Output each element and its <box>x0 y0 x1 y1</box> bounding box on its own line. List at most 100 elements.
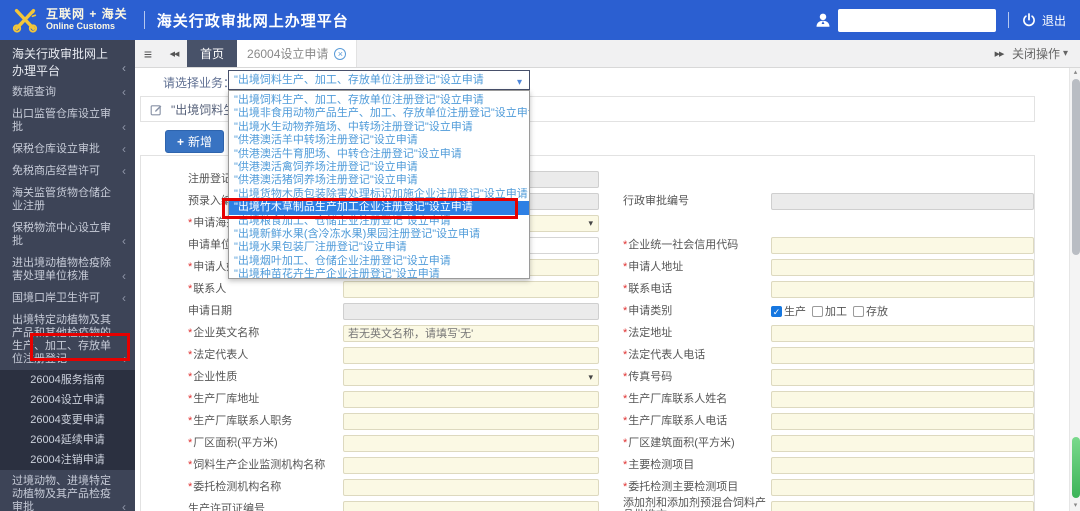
sidebar-item-26004-setup[interactable]: 26004设立申请 <box>0 390 135 410</box>
production-license-input[interactable] <box>343 501 599 511</box>
factory-contact-phone-input[interactable] <box>771 413 1034 431</box>
contact-person-input[interactable] <box>343 281 599 299</box>
scroll-tabs-right-icon[interactable]: ▶▶ <box>986 40 1012 67</box>
sidebar-item-26004-renew[interactable]: 26004延续申请 <box>0 430 135 450</box>
dropdown-option[interactable]: "出境水生动物养殖场、中转场注册登记"设立申请 <box>229 121 529 134</box>
checkbox-processing[interactable] <box>812 305 823 317</box>
sidebar-item-supervised-goods-storage[interactable]: 海关监管货物仓储企业注册 <box>0 182 135 217</box>
required-mark: * <box>188 392 193 405</box>
logo-line1: 互联网 + 海关 <box>46 7 128 21</box>
scrollbar-down-icon[interactable]: ▾ <box>1070 501 1080 511</box>
field-label: 法定地址 <box>628 326 673 339</box>
fax-input[interactable] <box>771 369 1034 387</box>
business-select[interactable]: "出境饲料生产、加工、存放单位注册登记"设立申请 ▾ <box>228 70 530 90</box>
sidebar-item-export-warehouse[interactable]: 出口监管仓库设立审批 ‹ <box>0 103 135 138</box>
credit-code-input[interactable] <box>771 237 1034 255</box>
english-name-input[interactable] <box>343 325 599 343</box>
business-select-value: "出境饲料生产、加工、存放单位注册登记"设立申请 <box>234 74 484 86</box>
checkbox-production[interactable]: ✓ <box>771 305 782 317</box>
scroll-tabs-left-icon[interactable]: ◀◀ <box>161 40 187 67</box>
factory-address-input[interactable] <box>343 391 599 409</box>
close-tab-icon[interactable]: × <box>334 47 347 60</box>
dropdown-option[interactable]: "出境种苗花卉生产企业注册登记"设立申请 <box>229 268 529 278</box>
dropdown-option[interactable]: "出境饲料生产、加工、存放单位注册登记"设立申请 <box>229 94 529 107</box>
dropdown-option[interactable]: "出境粮食加工、仓储企业注册登记"设立申请 <box>229 215 529 228</box>
field-label: 法定代表人 <box>193 348 249 361</box>
chevron-left-icon: ‹ <box>122 142 126 156</box>
factory-contact-name-input[interactable] <box>771 391 1034 409</box>
dropdown-option-selected[interactable]: "出境竹木草制品生产加工企业注册登记"设立申请 <box>229 201 529 215</box>
add-new-button[interactable]: + 新增 <box>165 130 225 153</box>
sidebar-item-label: 保税仓库设立审批 <box>12 142 100 155</box>
sidebar-root-item[interactable]: 海关行政审批网上办理平台 ‹ <box>0 40 135 81</box>
sidebar-item-label: 国境口岸卫生许可 <box>12 291 100 304</box>
field-label: 饲料生产企业监测机构名称 <box>193 458 326 471</box>
checkbox-storage[interactable] <box>853 305 864 317</box>
sidebar-item-label: 免税商店经营许可 <box>12 164 100 177</box>
dropdown-option[interactable]: "供港澳活猪饲养场注册登记"设立申请 <box>229 174 529 187</box>
additive-approval-input[interactable] <box>771 501 1034 511</box>
sidebar-item-border-port-hygiene[interactable]: 国境口岸卫生许可 ‹ <box>0 287 135 309</box>
hamburger-icon[interactable]: ≡ <box>135 40 161 67</box>
sidebar-item-label: 过境动物、进境特定动植物及其产品检疫审批 <box>12 474 111 511</box>
sidebar-item-26004-cancel[interactable]: 26004注销申请 <box>0 450 135 470</box>
field-label: 委托检测机构名称 <box>193 480 282 493</box>
contact-phone-input[interactable] <box>771 281 1034 299</box>
sidebar-item-exit-plants-registration[interactable]: 出境特定动植物及其产品和其他检疫物的生产、加工、存放单位注册登记 ‹ <box>0 309 135 370</box>
dropdown-option[interactable]: "出境水果包装厂注册登记"设立申请 <box>229 241 529 254</box>
form-row: 申请日期 *申请类别 ✓ 生产 加工 存放 <box>141 300 1034 322</box>
factory-contact-title-input[interactable] <box>343 413 599 431</box>
sidebar-item-26004-change[interactable]: 26004变更申请 <box>0 410 135 430</box>
scrollbar-thumb[interactable] <box>1071 79 1080 255</box>
legal-rep-input[interactable] <box>343 347 599 365</box>
dropdown-option[interactable]: "出境新鲜水果(含冷冻水果)果园注册登记"设立申请 <box>229 228 529 241</box>
main-test-items-input[interactable] <box>771 457 1034 475</box>
sidebar-item-transit-animals[interactable]: 过境动物、进境特定动植物及其产品检疫审批 ‹ <box>0 470 135 511</box>
required-mark: * <box>623 282 628 295</box>
applicant-address-input[interactable] <box>771 259 1034 277</box>
sidebar-item-duty-free-shop[interactable]: 免税商店经营许可 ‹ <box>0 160 135 182</box>
sidebar-item-label: 保税物流中心设立审批 <box>12 221 111 247</box>
building-area-input[interactable] <box>771 435 1034 453</box>
field-label: 申请单位 <box>188 238 232 251</box>
dropdown-option[interactable]: "供港澳活羊中转场注册登记"设立申请 <box>229 134 529 147</box>
form-row: *委托检测机构名称 *委托检测主要检测项目 <box>141 476 1034 498</box>
monitor-org-input[interactable] <box>343 457 599 475</box>
required-mark: * <box>188 260 193 273</box>
entrust-test-items-input[interactable] <box>771 479 1034 497</box>
sidebar-item-data-query[interactable]: 数据查询 ‹ <box>0 81 135 103</box>
main-area: ≡ ◀◀ 首页 26004设立申请 × ▶▶ 关闭操作 ▾ 请选择业务： "出境… <box>135 40 1080 511</box>
dropdown-option[interactable]: "供港澳活牛育肥场、中转仓注册登记"设立申请 <box>229 148 529 161</box>
tab-26004-setup[interactable]: 26004设立申请 × <box>237 40 358 67</box>
logout-button[interactable]: 退出 <box>1042 12 1066 29</box>
chevron-left-icon: ‹ <box>122 164 126 178</box>
field-label: 企业统一社会信用代码 <box>628 238 739 251</box>
sidebar-item-bonded-logistics-center[interactable]: 保税物流中心设立审批 ‹ <box>0 217 135 252</box>
username-box[interactable] <box>837 8 996 32</box>
scrollbar-up-icon[interactable]: ▴ <box>1070 68 1080 78</box>
tab-home[interactable]: 首页 <box>187 40 238 67</box>
tab-bar: ≡ ◀◀ 首页 26004设立申请 × ▶▶ 关闭操作 ▾ <box>135 40 1080 68</box>
power-icon[interactable] <box>1021 12 1037 28</box>
required-mark: * <box>623 436 628 449</box>
field-label: 申请日期 <box>188 304 232 317</box>
chevron-left-icon: ‹ <box>122 85 126 99</box>
dropdown-option[interactable]: "出境烟叶加工、仓储企业注册登记"设立申请 <box>229 255 529 268</box>
dropdown-option[interactable]: "出境货物木质包装除害处理标识加施企业注册登记"设立申请 <box>229 188 529 201</box>
close-operations-menu[interactable]: 关闭操作 ▾ <box>1012 40 1080 67</box>
legal-address-input[interactable] <box>771 325 1034 343</box>
sidebar-item-bonded-warehouse[interactable]: 保税仓库设立审批 ‹ <box>0 138 135 160</box>
plus-icon: + <box>177 134 185 149</box>
required-mark: * <box>188 326 193 339</box>
sidebar-item-26004-guide[interactable]: 26004服务指南 <box>0 370 135 390</box>
sidebar-item-quarantine-treatment-unit[interactable]: 进出境动植物检疫除害处理单位核准 ‹ <box>0 252 135 287</box>
enterprise-nature-select[interactable]: ▾ <box>343 368 599 386</box>
scrollbar-thumb-green[interactable] <box>1071 437 1080 498</box>
dropdown-option[interactable]: "出境非食用动物产品生产、加工、存放单位注册登记"设立申请 <box>229 107 529 120</box>
factory-area-input[interactable] <box>343 435 599 453</box>
customs-logo-icon <box>12 8 38 33</box>
entrust-org-input[interactable] <box>343 479 599 497</box>
dropdown-option[interactable]: "供港澳活禽饲养场注册登记"设立申请 <box>229 161 529 174</box>
vertical-scrollbar[interactable]: ▴ ▾ <box>1069 68 1080 511</box>
legal-rep-phone-input[interactable] <box>771 347 1034 365</box>
